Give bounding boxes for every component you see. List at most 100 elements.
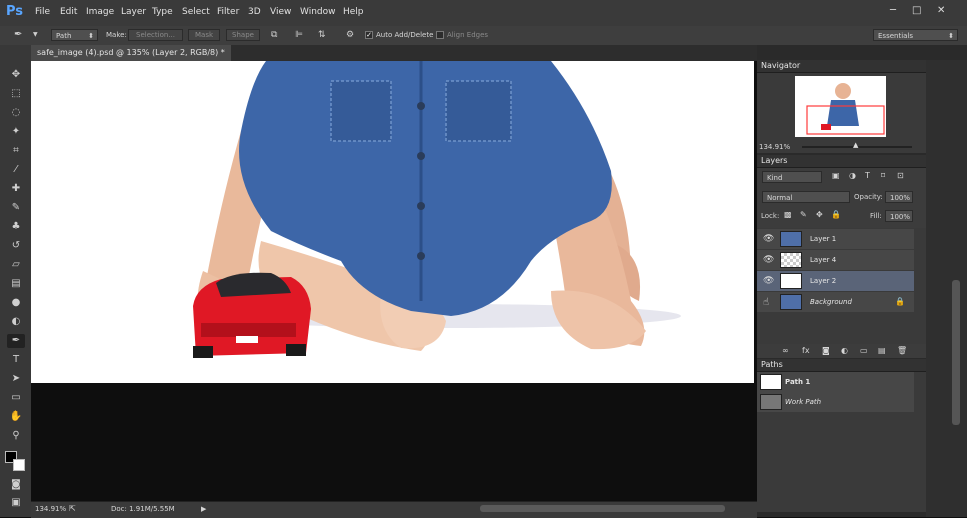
menu-layer[interactable]: Layer xyxy=(121,7,146,17)
lock-transparency-icon[interactable]: ▩ xyxy=(784,210,792,219)
filter-type-icon[interactable]: T xyxy=(865,171,870,180)
navigator-zoom[interactable]: 134.91% xyxy=(759,143,790,151)
blend-mode-select[interactable]: Normal xyxy=(762,191,850,203)
menu-3d[interactable]: 3D xyxy=(248,7,261,17)
visibility-eye-icon[interactable]: 👁 xyxy=(763,255,774,265)
layer-style-icon[interactable]: fx xyxy=(802,346,810,355)
new-layer-icon[interactable]: ▤ xyxy=(878,346,886,355)
menu-edit[interactable]: Edit xyxy=(60,7,77,17)
fill-value: 100% xyxy=(890,213,911,221)
path-row[interactable]: Path 1 xyxy=(757,372,914,393)
lock-all-icon[interactable]: 🔒 xyxy=(831,210,841,219)
screen-mode-icon[interactable]: ▣ xyxy=(7,496,25,510)
delete-layer-icon[interactable]: 🗑 xyxy=(897,346,907,355)
magic-wand-tool-icon[interactable]: ✦ xyxy=(7,125,25,139)
opacity-field[interactable]: 100% xyxy=(885,191,913,203)
blur-tool-icon[interactable]: ● xyxy=(7,296,25,310)
dodge-tool-icon[interactable]: ◐ xyxy=(7,315,25,329)
export-icon[interactable]: ⇱ xyxy=(69,504,76,513)
minimize-icon[interactable]: ─ xyxy=(890,5,896,16)
type-tool-icon[interactable]: T xyxy=(7,353,25,367)
path-selection-tool-icon[interactable]: ➤ xyxy=(7,372,25,386)
status-menu-arrow-icon[interactable]: ▶ xyxy=(201,505,206,513)
brush-tool-icon[interactable]: ✎ xyxy=(7,201,25,215)
path-mode-select[interactable]: Path ⬍ xyxy=(51,29,98,41)
layer-row[interactable]: 👁 Layer 1 xyxy=(757,229,914,250)
marquee-tool-icon[interactable]: ⬚ xyxy=(7,87,25,101)
visibility-eye-icon[interactable]: 👁 xyxy=(763,276,774,286)
blend-mode-value: Normal xyxy=(767,194,793,202)
visibility-eye-icon[interactable]: 👁 xyxy=(763,234,774,244)
mask-button[interactable]: Mask xyxy=(188,29,220,41)
filter-adjustment-icon[interactable]: ◑ xyxy=(849,171,856,180)
background-color-swatch[interactable] xyxy=(13,459,25,471)
gradient-tool-icon[interactable]: ▤ xyxy=(7,277,25,291)
maximize-icon[interactable]: □ xyxy=(912,5,921,16)
filter-smart-object-icon[interactable]: ⊡ xyxy=(897,171,904,180)
menu-image[interactable]: Image xyxy=(86,7,114,17)
lock-position-icon[interactable]: ✥ xyxy=(816,210,823,219)
status-zoom[interactable]: 134.91% xyxy=(35,505,66,513)
new-group-icon[interactable]: ▭ xyxy=(860,346,868,355)
layer-row[interactable]: ☝ Background 🔒 xyxy=(757,292,914,313)
link-layers-icon[interactable]: ∞ xyxy=(782,346,789,355)
hand-cursor-icon[interactable]: ☝ xyxy=(763,297,769,308)
hand-tool-icon[interactable]: ✋ xyxy=(7,410,25,424)
vertical-scrollbar[interactable] xyxy=(952,280,960,425)
close-icon[interactable]: ✕ xyxy=(937,5,945,16)
adjustment-layer-icon[interactable]: ◐ xyxy=(841,346,848,355)
shape-button[interactable]: Shape xyxy=(226,29,260,41)
navigator-panel-header[interactable]: Navigator xyxy=(757,60,926,73)
zoom-tool-icon[interactable]: ⚲ xyxy=(7,429,25,443)
selection-button[interactable]: Selection... xyxy=(128,29,183,41)
lock-pixels-icon[interactable]: ✎ xyxy=(800,210,807,219)
gear-icon[interactable]: ⚙ xyxy=(346,30,354,40)
menu-select[interactable]: Select xyxy=(182,7,210,17)
layers-panel-header[interactable]: Layers xyxy=(757,155,926,168)
path-alignment-icon[interactable]: ⊫ xyxy=(295,30,303,40)
lasso-tool-icon[interactable]: ◌ xyxy=(7,106,25,120)
menu-filter[interactable]: Filter xyxy=(217,7,239,17)
horizontal-scrollbar[interactable] xyxy=(480,505,725,512)
menu-window[interactable]: Window xyxy=(300,7,336,17)
layer-row[interactable]: 👁 Layer 4 xyxy=(757,250,914,271)
auto-add-delete-label: Auto Add/Delete xyxy=(376,31,434,39)
filter-pixel-icon[interactable]: ▣ xyxy=(832,171,840,180)
fill-field[interactable]: 100% xyxy=(885,210,913,222)
quick-mask-icon[interactable]: ◙ xyxy=(7,478,25,492)
path-operations-icon[interactable]: ⧉ xyxy=(271,30,277,40)
workspace-select[interactable]: Essentials ⬍ xyxy=(873,29,958,41)
healing-brush-tool-icon[interactable]: ✚ xyxy=(7,182,25,196)
add-mask-icon[interactable]: ◙ xyxy=(822,346,830,355)
path-arrangement-icon[interactable]: ⇅ xyxy=(318,30,326,40)
layer-filter-kind[interactable]: Kind xyxy=(762,171,822,183)
move-tool-icon[interactable]: ✥ xyxy=(7,68,25,82)
menu-view[interactable]: View xyxy=(270,7,291,17)
workspace-value: Essentials xyxy=(878,32,914,40)
clone-stamp-tool-icon[interactable]: ♣ xyxy=(7,220,25,234)
navigator-panel: 134.91% ▲ xyxy=(757,73,926,153)
slider-handle-icon[interactable]: ▲ xyxy=(853,141,858,149)
rectangle-tool-icon[interactable]: ▭ xyxy=(7,391,25,405)
align-edges-checkbox[interactable] xyxy=(436,31,444,39)
crop-tool-icon[interactable]: ⌗ xyxy=(7,144,25,158)
filter-shape-icon[interactable]: ⌑ xyxy=(881,171,885,180)
document-tab[interactable]: safe_image (4).psd @ 135% (Layer 2, RGB/… xyxy=(31,45,231,61)
pen-tool-preset-icon[interactable]: ✒ xyxy=(14,29,22,40)
eyedropper-tool-icon[interactable]: ⁄ xyxy=(7,163,25,177)
menu-help[interactable]: Help xyxy=(343,7,364,17)
document-canvas[interactable] xyxy=(31,61,754,383)
layer-row[interactable]: 👁 Layer 2 xyxy=(757,271,914,292)
paths-panel-header[interactable]: Paths xyxy=(757,359,926,372)
history-brush-tool-icon[interactable]: ↺ xyxy=(7,239,25,253)
layer-thumbnail xyxy=(780,294,802,310)
eraser-tool-icon[interactable]: ▱ xyxy=(7,258,25,272)
menu-type[interactable]: Type xyxy=(152,7,173,17)
menu-file[interactable]: File xyxy=(35,7,50,17)
path-row[interactable]: Work Path xyxy=(757,392,914,413)
navigator-preview[interactable] xyxy=(795,76,886,137)
path-name: Path 1 xyxy=(785,378,811,386)
auto-add-delete-checkbox[interactable]: ✓ xyxy=(365,31,373,39)
chevron-down-icon[interactable]: ▼ xyxy=(33,31,38,38)
pen-tool-icon[interactable]: ✒ xyxy=(7,334,25,348)
